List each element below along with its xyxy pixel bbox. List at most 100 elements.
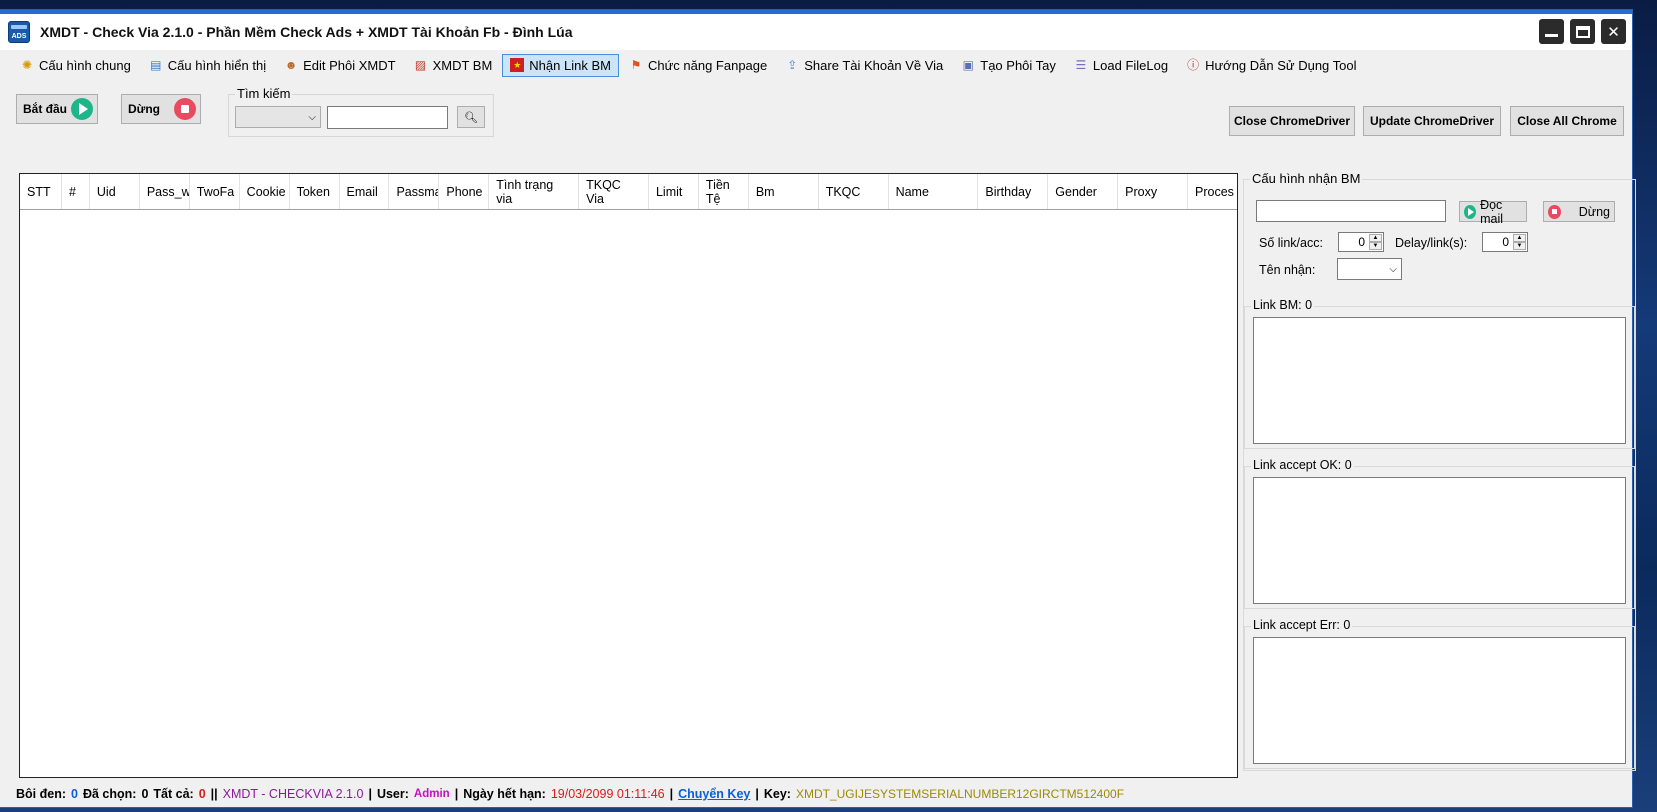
col-tinh-trang-via[interactable]: Tình trạng via — [489, 174, 580, 209]
read-mail-button[interactable]: Đọc mail — [1459, 198, 1527, 226]
separator: || — [210, 787, 218, 801]
start-label: Bắt đầu — [23, 102, 68, 116]
maximize-icon — [1575, 25, 1590, 38]
menu-huong-dan[interactable]: ⓘ Hướng Dẫn Sử Dụng Tool — [1178, 54, 1364, 77]
menu-edit-phoi-xmdt[interactable]: ☻ Edit Phôi XMDT — [276, 54, 403, 77]
menu-tao-phoi-tay[interactable]: ▣ Tạo Phôi Tay — [953, 54, 1064, 77]
update-chromedriver-button[interactable]: Update ChromeDriver — [1363, 106, 1501, 136]
link-bm-label: Link BM: 0 — [1251, 298, 1315, 312]
col-index[interactable]: # — [62, 174, 90, 209]
window-icon: ▤ — [150, 58, 162, 72]
account-grid[interactable]: STT # Uid Pass_w TwoFa Cookie Token Emai… — [19, 173, 1238, 778]
play-icon — [1464, 204, 1477, 219]
close-button[interactable]: ✕ — [1601, 19, 1626, 44]
menu-share-tai-khoan[interactable]: ⇪ Share Tài Khoản Về Via — [777, 54, 951, 77]
mail-input[interactable] — [1256, 200, 1446, 222]
col-passmail[interactable]: Passmai — [389, 174, 440, 209]
up-arrow-icon[interactable]: ▲ — [1513, 234, 1526, 242]
app-version: XMDT - CHECKVIA 2.1.0 — [222, 787, 364, 801]
col-tien-te[interactable]: Tiền Tệ — [699, 174, 749, 209]
menu-label: Tạo Phôi Tay — [980, 57, 1056, 73]
expiry-value: 19/03/2099 01:11:46 — [550, 787, 665, 801]
col-phone[interactable]: Phone — [439, 174, 490, 209]
link-bm-textarea[interactable] — [1253, 317, 1626, 444]
col-email[interactable]: Email — [340, 174, 390, 209]
menu-label: Cấu hình chung — [39, 57, 131, 73]
menu-load-filelog[interactable]: ☰ Load FileLog — [1066, 54, 1176, 77]
separator: | — [368, 787, 372, 801]
flag-vn-icon: ★ — [510, 58, 525, 72]
col-stt[interactable]: STT — [20, 174, 62, 209]
menu-chuc-nang-fanpage[interactable]: ⚑ Chức năng Fanpage — [621, 54, 775, 77]
app-window: ADS XMDT - Check Via 2.1.0 - Phần Mềm Ch… — [0, 10, 1636, 807]
window-title: XMDT - Check Via 2.1.0 - Phần Mềm Check … — [40, 24, 573, 40]
down-arrow-icon[interactable]: ▼ — [1513, 242, 1526, 250]
links-per-acc-stepper[interactable]: 0 ▲ ▼ — [1338, 232, 1384, 252]
grid-header: STT # Uid Pass_w TwoFa Cookie Token Emai… — [20, 174, 1237, 210]
info-icon: ⓘ — [1187, 58, 1200, 72]
up-arrow-icon[interactable]: ▲ — [1369, 234, 1382, 242]
menu-cau-hinh-chung[interactable]: ✺ Cấu hình chung — [12, 54, 139, 77]
switch-key-link[interactable]: Chuyển Key — [678, 787, 750, 801]
user-label: User: — [376, 787, 409, 801]
log-icon: ☰ — [1075, 58, 1087, 72]
key-value: XMDT_UGIJESYSTEMSERIALNUMBER12GIRCTM5124… — [795, 787, 1125, 801]
close-all-chrome-button[interactable]: Close All Chrome — [1510, 106, 1624, 136]
id-card-icon: ▣ — [962, 58, 974, 72]
stop-button[interactable]: Dừng — [121, 94, 201, 124]
col-proxy[interactable]: Proxy — [1118, 174, 1189, 209]
user-icon: ☻ — [284, 58, 298, 72]
col-process[interactable]: Proces — [1188, 174, 1237, 209]
menu-label: Nhận Link BM — [529, 57, 611, 73]
highlighted-label: Bôi đen: — [16, 787, 66, 801]
col-gender[interactable]: Gender — [1048, 174, 1119, 209]
col-pass[interactable]: Pass_w — [140, 174, 190, 209]
search-icon: 🔍︎ — [464, 111, 478, 124]
menu-xmdt-bm[interactable]: ▨ XMDT BM — [406, 54, 501, 77]
links-per-acc-label: Số link/acc: — [1259, 236, 1323, 250]
link-ok-textarea[interactable] — [1253, 477, 1626, 604]
total-count: 0 — [198, 787, 206, 801]
col-tkqc[interactable]: TKQC — [819, 174, 889, 209]
links-per-acc-value: 0 — [1358, 235, 1365, 249]
chevron-down-icon: ⌵ — [1389, 263, 1397, 275]
selected-label: Đã chọn: — [82, 787, 137, 801]
menu-cau-hinh-hien-thi[interactable]: ▤ Cấu hình hiển thị — [141, 54, 274, 77]
link-err-textarea[interactable] — [1253, 637, 1626, 764]
selected-count: 0 — [141, 787, 149, 801]
col-birthday[interactable]: Birthday — [978, 174, 1049, 209]
search-field-select[interactable]: ⌵ — [235, 106, 321, 128]
close-chromedriver-button[interactable]: Close ChromeDriver — [1229, 106, 1355, 136]
delay-stepper[interactable]: 0 ▲ ▼ — [1482, 232, 1528, 252]
delay-label: Delay/link(s): — [1395, 236, 1468, 250]
menu-label: Share Tài Khoản Về Via — [804, 57, 944, 73]
menu-nhan-link-bm[interactable]: ★ Nhận Link BM — [502, 53, 619, 77]
menu-bar: ✺ Cấu hình chung ▤ Cấu hình hiển thị ☻ E… — [0, 50, 1632, 80]
col-uid[interactable]: Uid — [90, 174, 140, 209]
key-label: Key: — [763, 787, 791, 801]
stop-label: Dừng — [128, 102, 161, 116]
down-arrow-icon[interactable]: ▼ — [1369, 242, 1382, 250]
menu-label: Edit Phôi XMDT — [303, 57, 396, 73]
minimize-button[interactable] — [1539, 19, 1564, 44]
search-input[interactable] — [327, 106, 448, 129]
col-bm[interactable]: Bm — [749, 174, 819, 209]
receiver-select[interactable]: ⌵ — [1337, 258, 1402, 280]
share-icon: ⇪ — [787, 58, 798, 72]
toolbar: Bắt đầu Dừng Tìm kiếm ⌵ 🔍︎ Close ChromeD… — [0, 80, 1632, 148]
start-button[interactable]: Bắt đầu — [16, 94, 98, 124]
col-limit[interactable]: Limit — [649, 174, 699, 209]
col-cookie[interactable]: Cookie — [240, 174, 290, 209]
receiver-label: Tên nhận: — [1259, 263, 1316, 277]
col-token[interactable]: Token — [290, 174, 340, 209]
col-tkqc-via[interactable]: TKQC Via — [579, 174, 649, 209]
col-twofa[interactable]: TwoFa — [190, 174, 240, 209]
title-bar[interactable]: ADS XMDT - Check Via 2.1.0 - Phần Mềm Ch… — [0, 14, 1632, 50]
col-name[interactable]: Name — [889, 174, 979, 209]
close-icon: ✕ — [1607, 23, 1620, 41]
maximize-button[interactable] — [1570, 19, 1595, 44]
bm-config-title: Cấu hình nhận BM — [1250, 171, 1363, 186]
search-button[interactable]: 🔍︎ — [457, 106, 485, 128]
panel-stop-button[interactable]: Dừng — [1543, 201, 1615, 222]
status-bar: Bôi đen: 0 Đã chọn: 0 Tất cả: 0 || XMDT … — [16, 787, 1124, 801]
